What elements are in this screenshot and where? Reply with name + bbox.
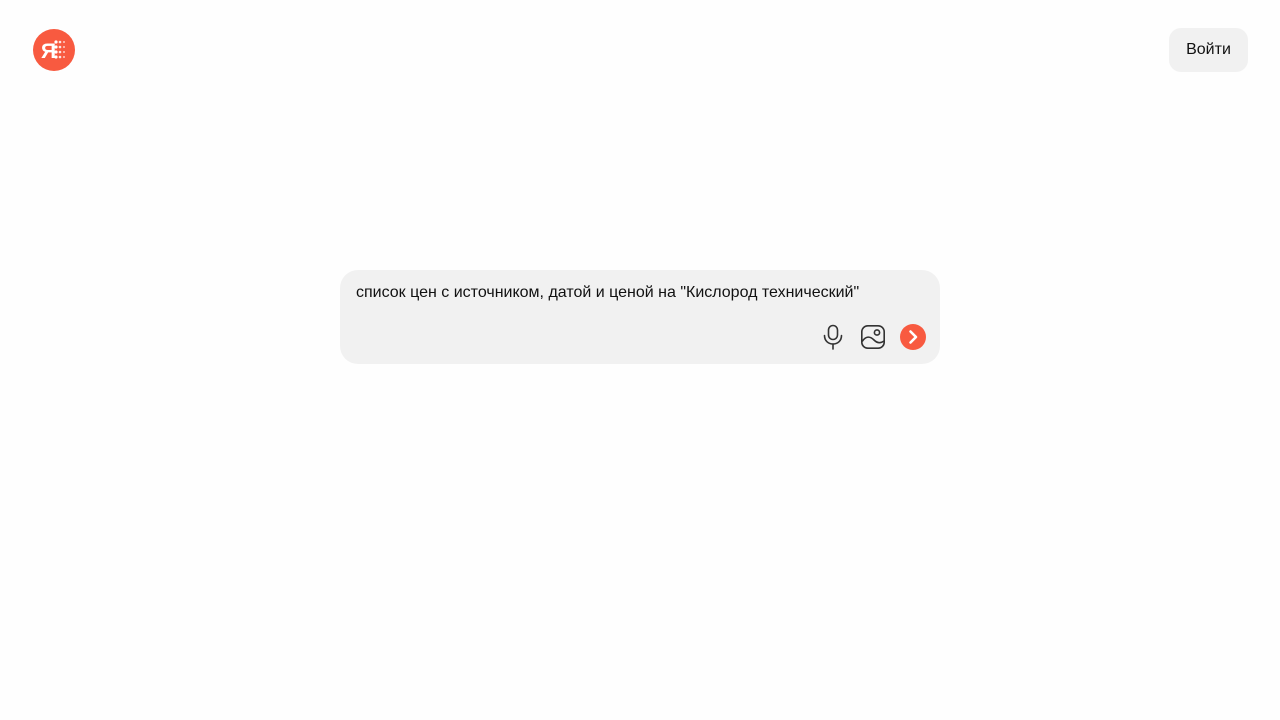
chevron-right-icon bbox=[909, 330, 918, 344]
yandex-logo[interactable]: Я bbox=[33, 29, 75, 71]
search-box[interactable]: список цен с источником, датой и ценой н… bbox=[340, 270, 940, 364]
page: Я Войти список цен с источником, датой и… bbox=[0, 0, 1280, 720]
voice-search-button[interactable] bbox=[820, 324, 846, 350]
microphone-icon bbox=[823, 324, 843, 350]
yandex-alice-logo-icon: Я bbox=[41, 40, 65, 63]
send-button[interactable] bbox=[900, 324, 926, 350]
search-actions bbox=[820, 324, 926, 350]
login-button[interactable]: Войти bbox=[1169, 28, 1248, 72]
image-search-icon bbox=[860, 324, 885, 349]
svg-text:Я: Я bbox=[41, 40, 56, 63]
search-input[interactable]: список цен с источником, датой и ценой н… bbox=[356, 282, 924, 304]
image-search-button[interactable] bbox=[860, 324, 886, 350]
